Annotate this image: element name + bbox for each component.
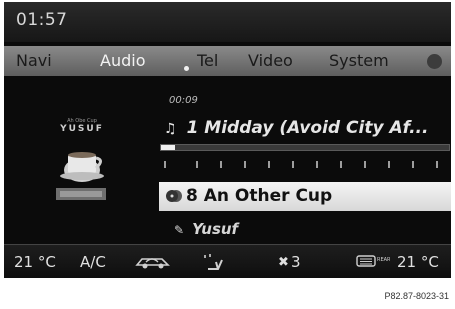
- svg-text:REAR: REAR: [377, 257, 390, 263]
- artist-name: Yusuf: [192, 220, 239, 238]
- progress-tick: [388, 161, 390, 168]
- menu-system[interactable]: System: [329, 51, 389, 70]
- track-title-row[interactable]: ♫ 1 Midday (Avoid City Af...: [164, 118, 428, 138]
- progress-tick: [364, 161, 366, 168]
- music-note-icon: ♫: [164, 121, 177, 137]
- pen-icon: ✎: [174, 223, 185, 237]
- album-cover: Ah Obe Cup YUSUF: [44, 118, 124, 210]
- active-menu-indicator: [184, 66, 189, 71]
- head-unit-screen: 01:57 Navi Audio Tel Video System Ah Obe…: [4, 2, 451, 278]
- progress-tick: [436, 161, 438, 168]
- progress-tick: [220, 161, 222, 168]
- ac-label[interactable]: A/C: [80, 253, 106, 271]
- track-progress: [160, 144, 450, 174]
- status-bar: 01:57: [4, 2, 451, 42]
- menu-options-icon[interactable]: [427, 54, 442, 69]
- menu-audio[interactable]: Audio: [100, 51, 145, 70]
- car-recirculation-icon[interactable]: [134, 252, 174, 270]
- seat-airflow-icon[interactable]: [202, 252, 228, 272]
- menu-navi[interactable]: Navi: [16, 51, 52, 70]
- elapsed-time: 00:09: [169, 95, 198, 106]
- clock: 01:57: [16, 10, 68, 30]
- progress-tick: [268, 161, 270, 168]
- progress-tick: [196, 161, 198, 168]
- menu-video[interactable]: Video: [248, 51, 293, 70]
- progress-tick: [292, 161, 294, 168]
- fan-icon: ✖: [278, 255, 289, 270]
- fan-level[interactable]: 3: [291, 253, 301, 271]
- progress-tick: [316, 161, 318, 168]
- left-temperature[interactable]: 21 °C: [14, 253, 56, 271]
- progress-tick: [412, 161, 414, 168]
- album-name: 8 An Other Cup: [186, 186, 333, 206]
- coffee-cup-image: [56, 152, 106, 200]
- progress-tick: [340, 161, 342, 168]
- cd-stack-icon: [166, 190, 182, 202]
- artist-row[interactable]: ✎ Yusuf: [174, 220, 238, 238]
- main-menu-bar: Navi Audio Tel Video System: [4, 46, 451, 76]
- progress-fill: [161, 145, 176, 150]
- rear-defrost-icon[interactable]: REAR: [356, 254, 390, 268]
- progress-tick: [244, 161, 246, 168]
- album-row-selected[interactable]: 8 An Other Cup: [159, 182, 451, 211]
- menu-tel[interactable]: Tel: [197, 51, 218, 70]
- figure-code: P82.87-8023-31: [384, 291, 449, 301]
- climate-bar: 21 °C A/C ✖ 3 REAR 21 °C: [4, 244, 451, 278]
- track-title: 1 Midday (Avoid City Af...: [186, 118, 429, 138]
- progress-tick: [164, 161, 166, 168]
- right-temperature[interactable]: 21 °C: [397, 253, 439, 271]
- progress-bar: [160, 144, 450, 151]
